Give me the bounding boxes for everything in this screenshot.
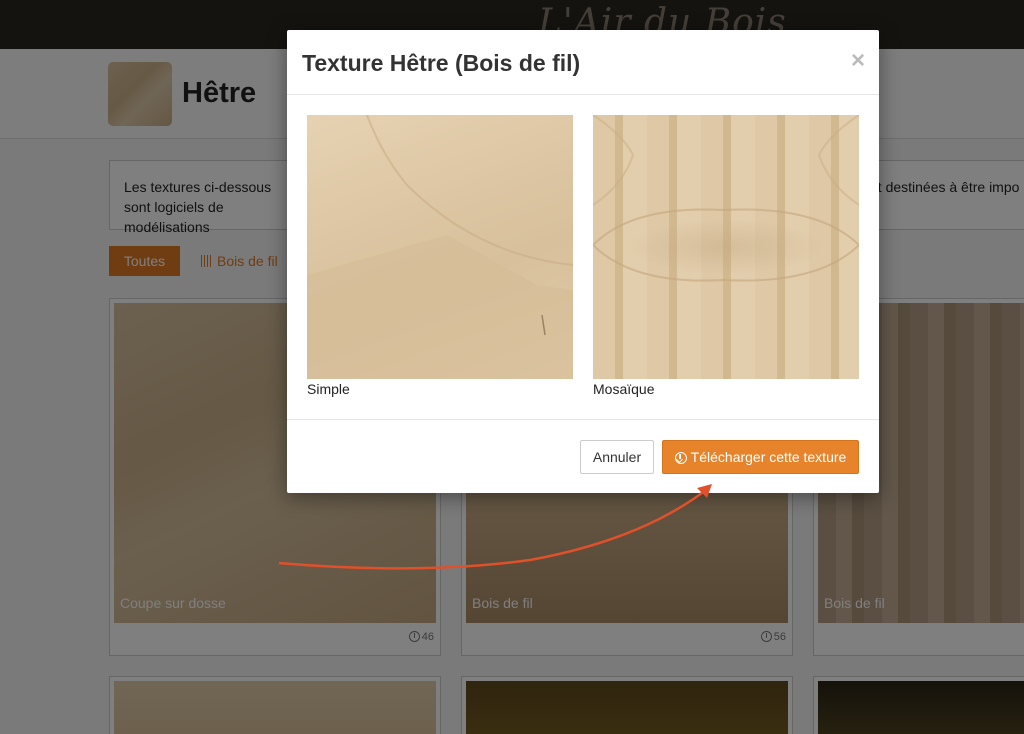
download-modal: Texture Hêtre (Bois de fil) × Simple Mos…: [287, 30, 879, 493]
preview-simple-image: [307, 115, 573, 379]
download-texture-button[interactable]: Télécharger cette texture: [662, 440, 859, 474]
wood-grain-pattern: [307, 115, 573, 379]
wood-mosaic-pattern: [593, 115, 859, 282]
preview-mosaic-image: [593, 115, 859, 379]
preview-simple-label: Simple: [307, 381, 350, 397]
preview-mosaic-label: Mosaïque: [593, 381, 655, 397]
download-button-label: Télécharger cette texture: [690, 449, 847, 465]
modal-footer: Annuler Télécharger cette texture: [287, 419, 879, 493]
download-icon: [674, 452, 687, 464]
cancel-button[interactable]: Annuler: [580, 440, 654, 474]
close-icon[interactable]: ×: [851, 49, 865, 73]
modal-header: Texture Hêtre (Bois de fil) ×: [287, 30, 879, 95]
modal-title: Texture Hêtre (Bois de fil): [302, 50, 581, 76]
